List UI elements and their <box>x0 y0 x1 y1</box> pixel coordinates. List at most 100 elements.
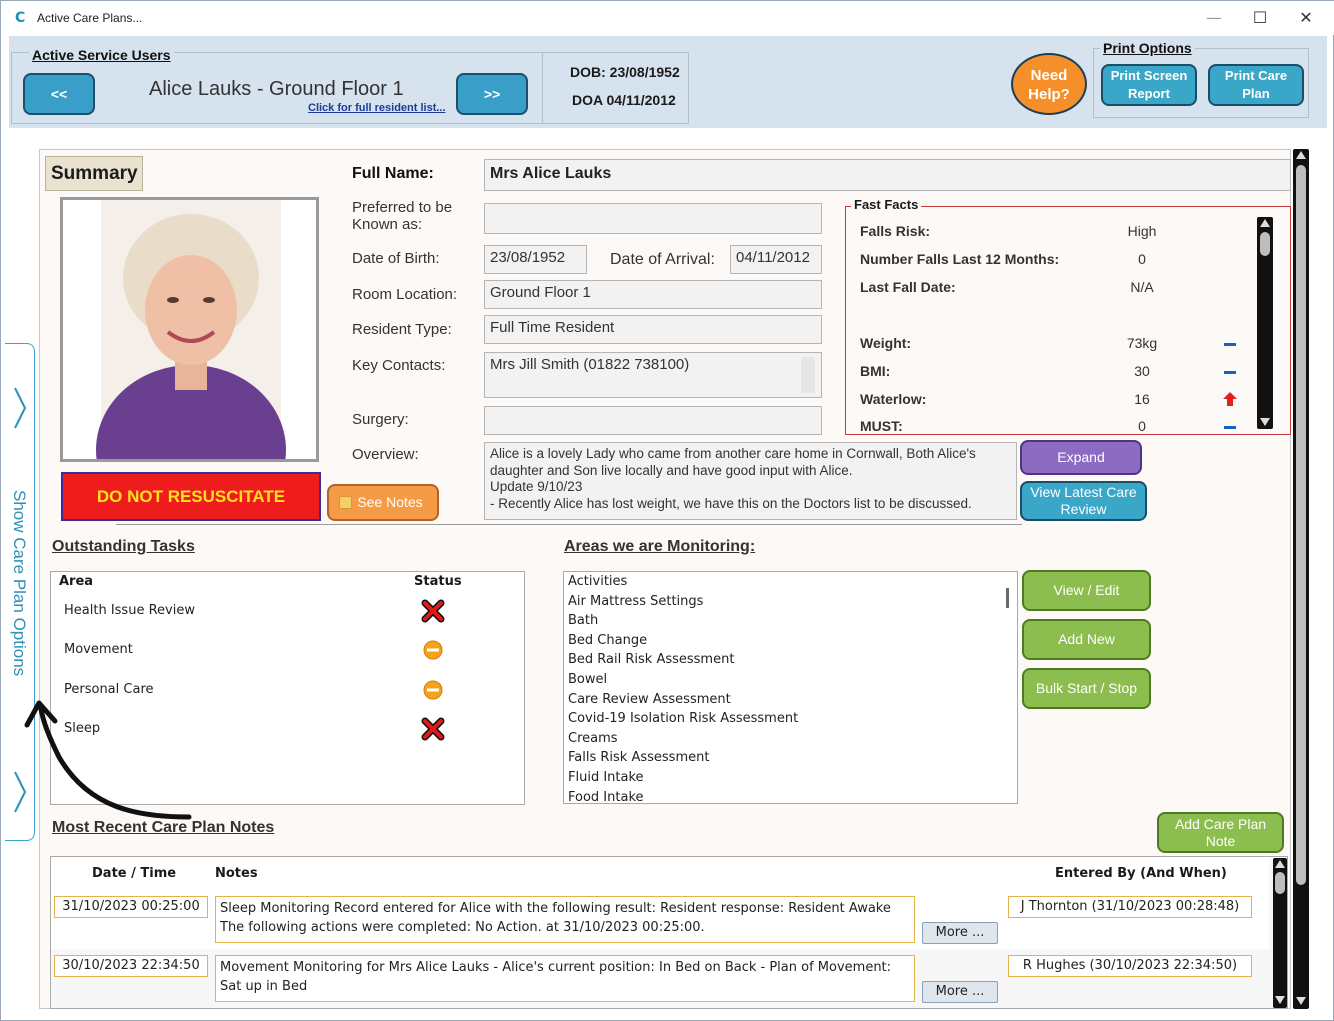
add-care-plan-note-button[interactable]: Add Care Plan Note <box>1157 812 1284 853</box>
active-users-label: Active Service Users <box>29 47 174 63</box>
bulk-start-stop-button[interactable]: Bulk Start / Stop <box>1022 668 1151 709</box>
fast-facts-title: Fast Facts <box>851 197 922 212</box>
note-text-line: Sat up in Bed <box>220 979 308 994</box>
fast-fact-label: Weight: <box>860 335 912 351</box>
expand-button[interactable]: Expand <box>1020 440 1142 475</box>
fast-fact-value: 30 <box>1134 363 1150 379</box>
overview-field[interactable]: Alice is a lovely Lady who came from ano… <box>484 442 1017 520</box>
monitoring-title: Areas we are Monitoring: <box>564 538 756 555</box>
monitoring-item[interactable]: Falls Risk Assessment <box>568 750 709 765</box>
monitoring-item[interactable]: Creams <box>568 731 618 746</box>
note-icon <box>339 496 352 509</box>
fast-fact-label: BMI: <box>860 363 891 379</box>
surgery-label: Surgery: <box>352 411 409 428</box>
room-field[interactable]: Ground Floor 1 <box>484 280 822 309</box>
preferred-name-field[interactable] <box>484 203 822 234</box>
monitoring-item[interactable]: Fluid Intake <box>568 770 644 785</box>
overview-line: daughter and Son live locally and have g… <box>490 462 853 478</box>
key-contacts-scrollbar[interactable] <box>801 357 815 393</box>
outstanding-tasks-title: Outstanding Tasks <box>52 538 195 555</box>
monitoring-item[interactable]: Covid-19 Isolation Risk Assessment <box>568 711 798 726</box>
note-text: Movement Monitoring for Mrs Alice Lauks … <box>215 955 915 1002</box>
print-care-plan-button[interactable]: Print Care Plan <box>1208 64 1304 106</box>
print-screen-report-button[interactable]: Print Screen Report <box>1101 64 1197 106</box>
full-name-label: Full Name: <box>352 165 434 182</box>
summary-tab[interactable]: Summary <box>45 156 143 191</box>
key-contacts-label: Key Contacts: <box>352 357 446 374</box>
note-more-button[interactable]: More ... <box>922 981 998 1003</box>
note-entered-by: J Thornton (31/10/2023 00:28:48) <box>1008 896 1252 918</box>
scroll-down-arrow-icon[interactable] <box>1296 997 1306 1005</box>
monitoring-item[interactable]: Bath <box>568 613 598 628</box>
monitoring-item[interactable]: Bed Change <box>568 633 647 648</box>
print-options-label: Print Options <box>1100 40 1195 56</box>
window-title: Active Care Plans... <box>37 11 143 25</box>
add-new-button[interactable]: Add New <box>1022 619 1151 660</box>
scroll-down-arrow-icon[interactable] <box>1260 418 1270 426</box>
fast-fact-label: Last Fall Date: <box>860 279 956 295</box>
full-resident-list-link[interactable]: Click for full resident list... <box>308 102 446 114</box>
scroll-up-arrow-icon[interactable] <box>1260 219 1270 227</box>
notes-col-datetime: Date / Time <box>92 866 177 881</box>
note-text-line: Movement Monitoring for Mrs Alice Lauks … <box>220 960 892 975</box>
need-help-button[interactable]: Need Help? <box>1011 53 1087 115</box>
trend-up-icon <box>1223 392 1237 406</box>
fast-fact-value: 16 <box>1134 391 1150 407</box>
header-divider <box>542 52 543 124</box>
monitoring-scroll-thumb[interactable] <box>1006 588 1009 608</box>
maximize-button[interactable]: ☐ <box>1237 5 1283 31</box>
doa-field[interactable]: 04/11/2012 <box>730 245 822 274</box>
full-name-field[interactable]: Mrs Alice Lauks <box>484 159 1291 191</box>
next-resident-button[interactable]: >> <box>456 73 528 115</box>
resident-type-label: Resident Type: <box>352 321 452 338</box>
close-button[interactable]: ✕ <box>1283 5 1329 31</box>
scroll-down-arrow-icon[interactable] <box>1275 996 1285 1004</box>
note-more-button[interactable]: More ... <box>922 922 998 944</box>
task-area[interactable]: Movement <box>64 642 133 657</box>
monitoring-item[interactable]: Bowel <box>568 672 607 687</box>
notes-scrollbar[interactable] <box>1273 858 1287 1008</box>
fast-fact-label: Falls Risk: <box>860 223 931 239</box>
overview-label: Overview: <box>352 446 419 463</box>
main-scrollbar[interactable] <box>1293 149 1309 1009</box>
monitoring-item[interactable]: Activities <box>568 574 627 589</box>
scroll-up-arrow-icon[interactable] <box>1296 151 1306 159</box>
fast-fact-value: N/A <box>1130 279 1154 295</box>
note-text-line: The following actions were completed: No… <box>220 920 705 935</box>
overview-line: - Recently Alice has lost weight, we hav… <box>490 495 972 511</box>
notes-col-entered: Entered By (And When) <box>1055 866 1227 881</box>
fast-facts-scrollbar[interactable] <box>1257 217 1273 429</box>
dob-field[interactable]: 23/08/1952 <box>484 245 587 274</box>
fast-fact-label: Waterlow: <box>860 391 927 407</box>
scroll-up-arrow-icon[interactable] <box>1275 860 1285 868</box>
room-label: Room Location: <box>352 286 458 303</box>
tasks-col-status: Status <box>414 574 462 589</box>
monitoring-item[interactable]: Air Mattress Settings <box>568 594 703 609</box>
task-area[interactable]: Health Issue Review <box>64 603 195 618</box>
note-datetime: 30/10/2023 22:34:50 <box>54 955 208 977</box>
notes-scroll-thumb[interactable] <box>1275 872 1285 894</box>
minimize-button[interactable]: — <box>1191 5 1237 31</box>
monitoring-item[interactable]: Care Review Assessment <box>568 692 731 707</box>
key-contacts-field[interactable]: Mrs Jill Smith (01822 738100) <box>484 352 822 398</box>
fast-facts-scroll-thumb[interactable] <box>1260 232 1270 256</box>
trend-flat-icon <box>1224 426 1236 429</box>
preferred-name-label: Preferred to be Known as: <box>352 199 453 233</box>
monitoring-list[interactable]: Activities Air Mattress Settings Bath Bed C… <box>563 571 1018 804</box>
monitoring-item[interactable]: Food Intake <box>568 790 644 803</box>
see-notes-button[interactable]: See Notes <box>327 484 439 521</box>
view-latest-care-review-button[interactable]: View Latest Care Review <box>1020 481 1147 521</box>
dob-label: Date of Birth: <box>352 250 440 267</box>
monitoring-item[interactable]: Bed Rail Risk Assessment <box>568 652 734 667</box>
prev-resident-button[interactable]: << <box>23 73 95 115</box>
view-edit-button[interactable]: View / Edit <box>1022 570 1151 611</box>
overview-line: Update 9/10/23 <box>490 479 583 494</box>
resident-title: Alice Lauks - Ground Floor 1 <box>149 78 404 100</box>
annotation-arrow-icon <box>24 700 192 820</box>
resident-type-field[interactable]: Full Time Resident <box>484 315 822 344</box>
main-scroll-thumb[interactable] <box>1296 165 1306 885</box>
overview-line: Alice is a lovely Lady who came from ano… <box>490 446 976 461</box>
due-minus-icon <box>423 640 443 660</box>
header-doa: DOA 04/11/2012 <box>572 92 676 108</box>
surgery-field[interactable] <box>484 406 822 435</box>
